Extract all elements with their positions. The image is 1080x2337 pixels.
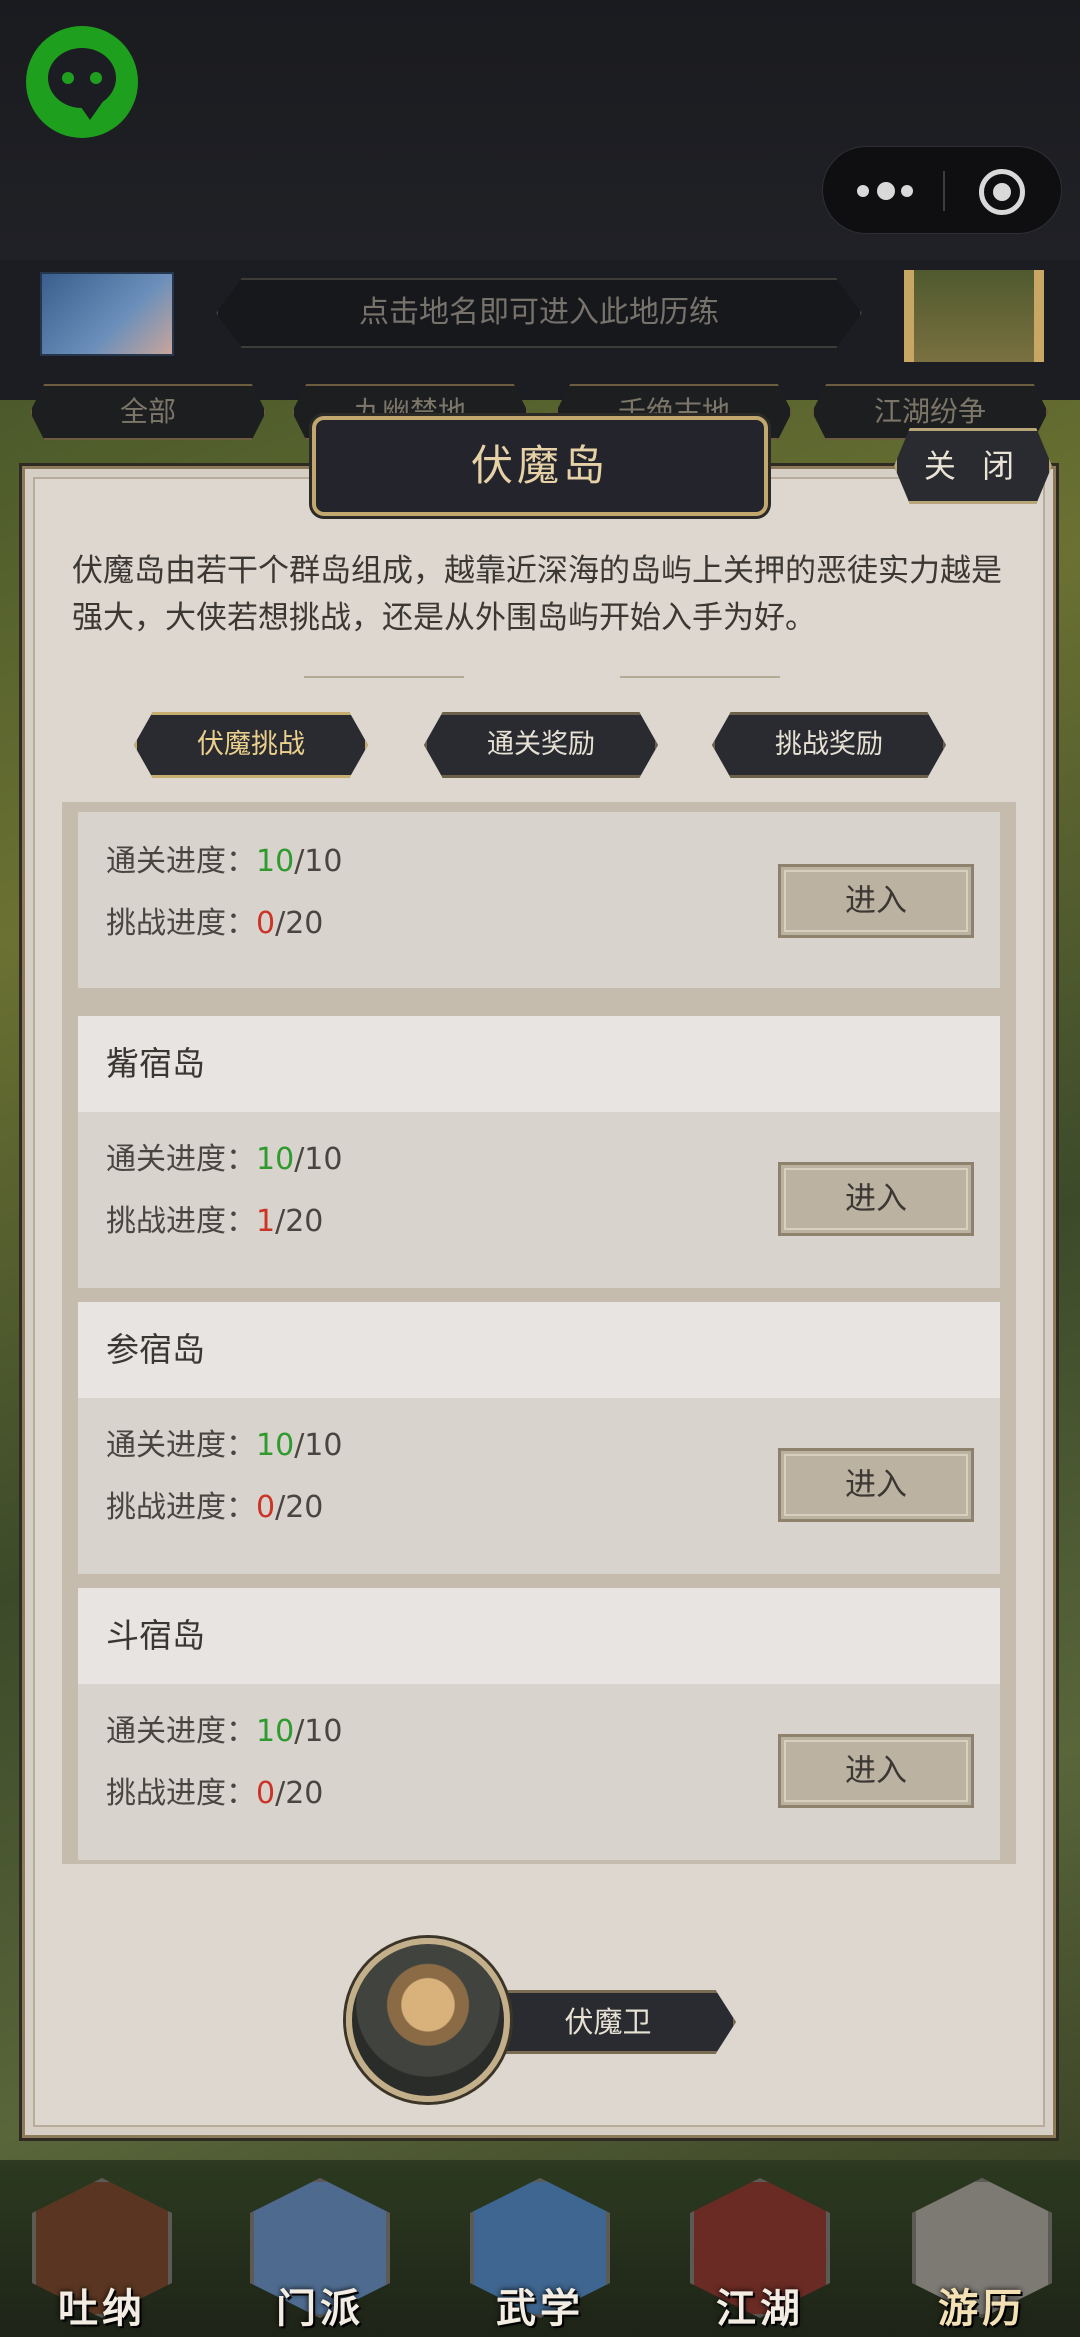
island-list[interactable]: 通关进度：10/10 挑战进度：0/20 进入 觜宿岛 通关进度：10/10 挑… [62, 802, 1016, 1864]
tab-challenge[interactable]: 伏魔挑战 [134, 712, 368, 778]
chat-logo-icon [26, 26, 138, 138]
enter-button[interactable]: 进入 [778, 1734, 974, 1808]
island-name: 觜宿岛 [78, 1016, 1000, 1112]
more-options-icon[interactable] [857, 180, 913, 202]
tab-clear-reward[interactable]: 通关奖励 [424, 712, 658, 778]
challenge-progress: 挑战进度：0/20 [106, 1490, 324, 1525]
clear-progress: 通关进度：10/10 [106, 1714, 343, 1749]
guard-name-label: 伏魔卫 [480, 1990, 736, 2054]
dialog-title-plate: 伏魔岛 [312, 416, 768, 516]
nav-item-martial[interactable]: 武学 [456, 2168, 624, 2336]
dialog-title: 伏魔岛 [470, 441, 609, 490]
tab-challenge-reward[interactable]: 挑战奖励 [712, 712, 946, 778]
clear-progress: 通关进度：10/10 [106, 1428, 343, 1463]
island-description: 伏魔岛由若干个群岛组成，越靠近深海的岛屿上关押的恶徒实力越是强大，大侠若想挑战，… [72, 553, 1002, 636]
island-card-douxiu: 斗宿岛 通关进度：10/10 挑战进度：0/20 进入 [78, 1588, 1000, 1860]
map-hint-bar: 点击地名即可进入此地历练 [216, 278, 862, 348]
scroll-map-icon[interactable] [904, 270, 1044, 362]
close-button[interactable]: 关 闭 [894, 428, 1052, 504]
island-name: 参宿岛 [78, 1302, 1000, 1398]
nav-item-tuna[interactable]: 吐纳 [18, 2168, 186, 2336]
clear-progress: 通关进度：10/10 [106, 1142, 343, 1177]
island-card-shenxiu: 参宿岛 通关进度：10/10 挑战进度：0/20 进入 [78, 1302, 1000, 1574]
dialog-tabs: 伏魔挑战 通关奖励 挑战奖励 [134, 712, 946, 778]
enter-button[interactable]: 进入 [778, 864, 974, 938]
top-status-area [0, 0, 1080, 260]
nav-item-sect[interactable]: 门派 [236, 2168, 404, 2336]
island-card-zixiu: 觜宿岛 通关进度：10/10 挑战进度：1/20 进入 [78, 1016, 1000, 1288]
nav-item-travel[interactable]: 游历 [898, 2168, 1066, 2336]
challenge-progress: 挑战进度：1/20 [106, 1204, 324, 1239]
close-miniprogram-icon[interactable] [979, 169, 1025, 215]
miniprogram-capsule [822, 146, 1062, 234]
clear-progress: 通关进度：10/10 [106, 844, 343, 879]
ornament-divider [304, 672, 780, 682]
map-thumbnail-icon[interactable] [40, 272, 174, 356]
enter-button[interactable]: 进入 [778, 1162, 974, 1236]
challenge-progress: 挑战进度：0/20 [106, 906, 324, 941]
enter-button[interactable]: 进入 [778, 1448, 974, 1522]
bottom-nav: 吐纳 门派 武学 江湖 游历 [0, 2160, 1080, 2337]
guard-avatar[interactable] [346, 1938, 510, 2102]
map-tab-all[interactable]: 全部 [30, 384, 266, 440]
island-name: 斗宿岛 [78, 1588, 1000, 1684]
island-card: 通关进度：10/10 挑战进度：0/20 进入 [78, 812, 1000, 988]
nav-item-jianghu[interactable]: 江湖 [676, 2168, 844, 2336]
challenge-progress: 挑战进度：0/20 [106, 1776, 324, 1811]
